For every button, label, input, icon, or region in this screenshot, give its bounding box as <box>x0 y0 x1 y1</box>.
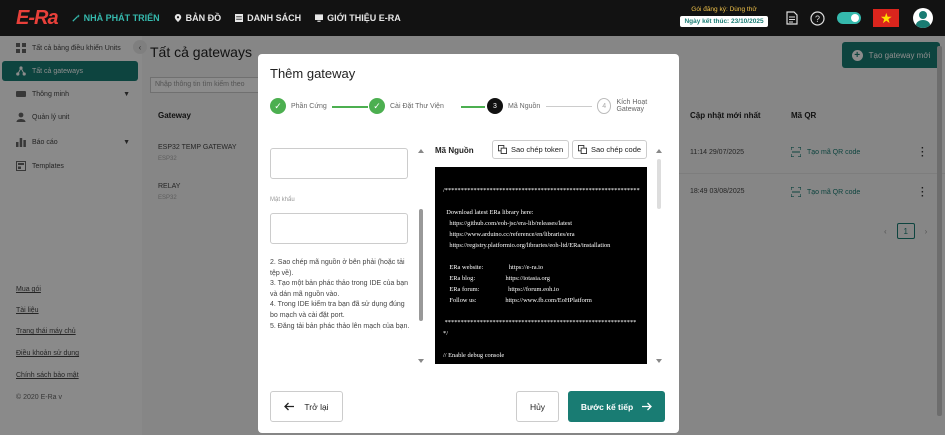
step-label: Mã Nguồn <box>508 102 541 110</box>
check-icon: ✓ <box>369 98 385 114</box>
instructions-text: 2. Sao chép mã nguồn ở bên phải (hoặc tả… <box>270 258 412 332</box>
help-icon[interactable]: ? <box>810 10 825 26</box>
next-step-button[interactable]: Bước kế tiếp <box>568 391 665 422</box>
scroll-up-icon[interactable] <box>418 149 424 153</box>
vietnam-flag-icon[interactable] <box>873 9 899 27</box>
wand-icon <box>71 14 80 22</box>
plan-title: Gói đăng ký: Dùng thử <box>691 6 757 13</box>
step-source-code: 3 Mã Nguồn <box>487 98 540 114</box>
step-install-library: ✓ Cài Đặt Thư Viện <box>369 98 444 114</box>
cancel-button[interactable]: Hủy <box>516 391 559 422</box>
nav-developer-label: NHÀ PHÁT TRIỂN <box>83 13 160 23</box>
step-connector <box>546 106 592 107</box>
era-logo[interactable]: E-Ra <box>16 7 59 30</box>
plan-end-badge: Ngày kết thúc: 23/10/2025 <box>680 16 768 27</box>
step-hardware: ✓ Phần Cứng <box>270 98 327 114</box>
step-number: 4 <box>597 98 612 114</box>
list-icon <box>235 14 244 22</box>
svg-text:?: ? <box>815 14 820 24</box>
nav-list-label: DANH SÁCH <box>247 13 302 23</box>
copy-code-button[interactable]: Sao chép code <box>572 140 648 159</box>
stepper: ✓ Phần Cứng ✓ Cài Đặt Thư Viện 3 Mã Nguồ… <box>270 98 670 116</box>
user-avatar[interactable] <box>913 8 933 28</box>
step-label: Phần Cứng <box>291 102 327 110</box>
next-label: Bước kế tiếp <box>580 401 634 412</box>
step-connector <box>332 106 368 108</box>
document-icon[interactable] <box>786 11 798 25</box>
step-number: 3 <box>487 98 503 114</box>
source-code-block[interactable]: /***************************************… <box>435 167 647 364</box>
copy-token-button[interactable]: Sao chép token <box>492 140 570 159</box>
scroll-down-icon[interactable] <box>418 359 424 363</box>
step-activate-gateway: 4 Kích Hoạt Gateway <box>597 98 670 114</box>
scroll-up-icon[interactable] <box>656 149 662 153</box>
password-label: Mật khẩu <box>270 197 295 203</box>
instructions-body: 2. Sao chép mã nguồn ở bên phải (hoặc tả… <box>270 259 410 330</box>
back-label: Trở lại <box>304 401 329 412</box>
arrow-left-icon <box>284 402 295 411</box>
password-input[interactable] <box>270 213 408 244</box>
nav-map[interactable]: BẢN ĐỒ <box>174 13 222 23</box>
back-button[interactable]: Trở lại <box>270 391 343 422</box>
form-scrollbar[interactable] <box>417 149 425 363</box>
source-code-label: Mã Nguồn <box>435 146 474 155</box>
step-label: Kích Hoạt Gateway <box>616 99 648 113</box>
scroll-down-icon[interactable] <box>656 359 662 363</box>
plan-info: Gói đăng ký: Dùng thử Ngày kết thúc: 23/… <box>680 6 768 27</box>
main-nav: NHÀ PHÁT TRIỂN BẢN ĐỒ DANH SÁCH GIỚI THI… <box>71 13 401 23</box>
monitor-icon <box>315 14 324 22</box>
nav-list[interactable]: DANH SÁCH <box>235 13 301 23</box>
copy-token-label: Sao chép token <box>511 145 564 154</box>
theme-toggle[interactable] <box>837 12 861 24</box>
copy-icon <box>578 145 587 154</box>
arrow-right-icon <box>642 402 653 411</box>
add-gateway-dialog: Thêm gateway ✓ Phần Cứng ✓ Cài Đặt Thư V… <box>258 54 679 433</box>
code-scrollbar[interactable] <box>655 149 663 363</box>
top-right-controls: ? <box>786 0 945 36</box>
source-code-text: /***************************************… <box>443 187 640 359</box>
map-pin-icon <box>174 14 181 22</box>
nav-map-label: BẢN ĐỒ <box>185 13 222 23</box>
step-connector <box>461 106 485 108</box>
copy-icon <box>498 145 507 154</box>
nav-about-label: GIỚI THIỆU E-RA <box>327 13 401 23</box>
nav-developer[interactable]: NHÀ PHÁT TRIỂN <box>71 13 160 23</box>
cancel-label: Hủy <box>529 401 546 412</box>
copy-code-label: Sao chép code <box>591 145 642 154</box>
step-label: Cài Đặt Thư Viện <box>390 102 444 110</box>
wifi-ssid-input[interactable] <box>270 148 408 179</box>
check-icon: ✓ <box>270 98 286 114</box>
top-bar: E-Ra NHÀ PHÁT TRIỂN BẢN ĐỒ DANH SÁCH GIỚ… <box>0 0 945 36</box>
dialog-title: Thêm gateway <box>270 66 356 81</box>
nav-about[interactable]: GIỚI THIỆU E-RA <box>315 13 401 23</box>
